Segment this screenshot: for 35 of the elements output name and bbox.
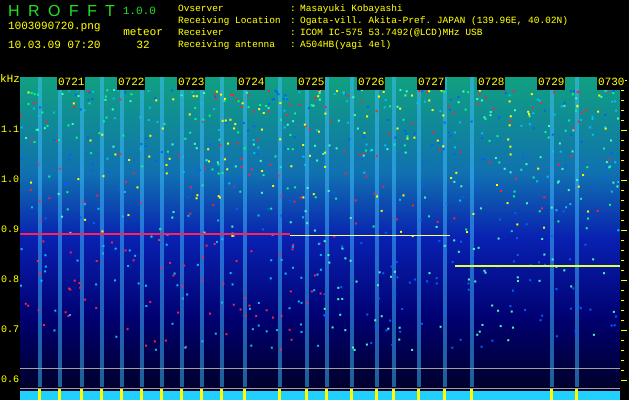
- info-value: ICOM IC-575 53.7492(@LCD)MHz USB: [300, 27, 484, 39]
- axis-tick-label: 1.0: [0, 175, 19, 186]
- time-label: 0725: [297, 77, 326, 90]
- info-separator: :: [290, 15, 297, 27]
- time-label: 0722: [117, 77, 146, 90]
- axis-tick-label: 0.6: [0, 375, 19, 386]
- meteor-count: 32: [136, 40, 150, 53]
- info-value: Masayuki Kobayashi: [300, 3, 404, 15]
- time-label: 0728: [477, 77, 506, 90]
- info-separator: :: [290, 27, 297, 39]
- info-separator: :: [290, 39, 297, 51]
- time-label: 0721: [57, 77, 86, 90]
- info-separator: :: [290, 3, 297, 15]
- info-label: Receiver: [178, 27, 225, 39]
- axis-tick-label: 1.1: [0, 125, 19, 136]
- info-value: A504HB(yagi 4el): [300, 39, 392, 51]
- info-label: Ovserver: [178, 3, 225, 15]
- info-value: Ogata-vill. Akita-Pref. JAPAN (139.96E, 40.02N): [300, 15, 568, 27]
- time-label: 0724: [237, 77, 266, 90]
- info-label: Receiving Location: [178, 15, 282, 27]
- count-label: meteor: [123, 27, 163, 40]
- time-label: 0726: [357, 77, 386, 90]
- axis-tick-label: 0.8: [0, 275, 19, 286]
- axis-unit: kHz: [0, 74, 20, 86]
- info-label: Receiving antenna: [178, 39, 276, 51]
- app-version: 1.0.0: [122, 6, 156, 18]
- file-name: 1003090720.png: [8, 21, 102, 34]
- axis-tick-label: 0.7: [0, 325, 19, 336]
- time-label: 0730: [597, 77, 626, 90]
- time-label: 0723: [177, 77, 206, 90]
- axis-tick-label: 0.9: [0, 225, 19, 236]
- app-title: H R O F F T: [8, 3, 117, 21]
- time-label: 0727: [417, 77, 446, 90]
- time-label: 0729: [537, 77, 566, 90]
- date-time: 10.03.09 07:20: [8, 40, 102, 53]
